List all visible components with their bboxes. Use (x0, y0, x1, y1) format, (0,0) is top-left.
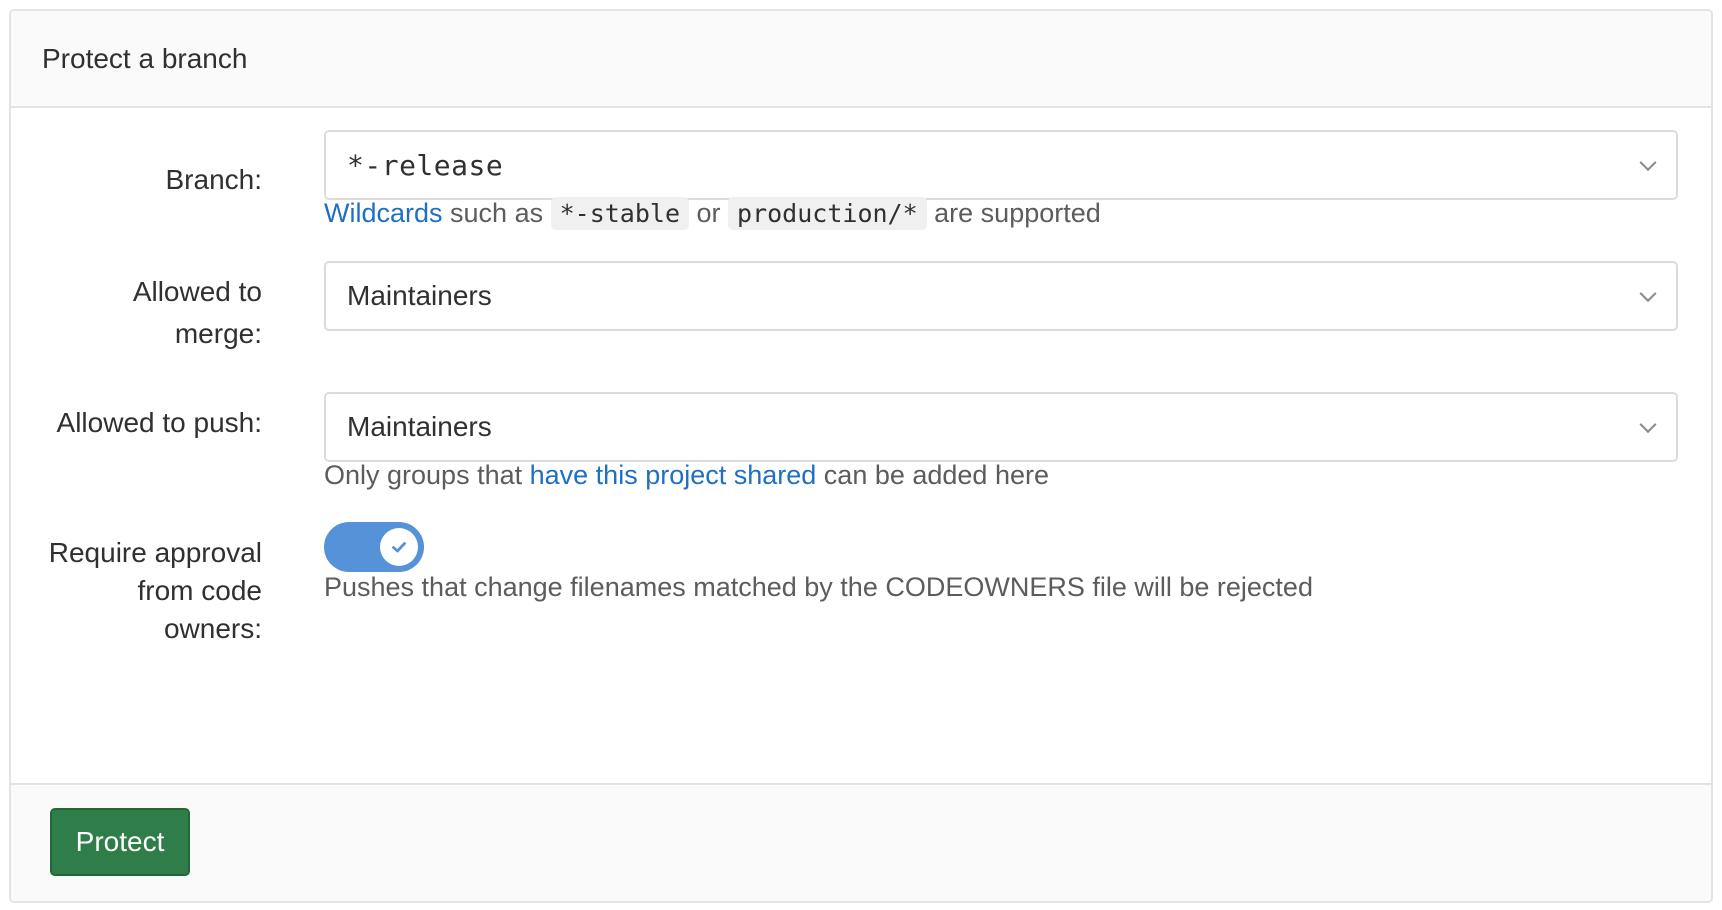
push-help-text-2: can be added here (816, 460, 1049, 490)
branch-help-code-production: production/* (728, 197, 927, 230)
code-owners-label-line1: Require approval (48, 537, 262, 568)
panel-header: Protect a branch (11, 11, 1711, 108)
branch-select-value: *-release (347, 148, 504, 182)
protect-branch-panel: Protect a branch Branch: *-release Wildc… (9, 9, 1713, 903)
code-owners-help: Pushes that change filenames matched by … (324, 572, 1313, 602)
allowed-to-merge-select[interactable]: Maintainers (324, 261, 1678, 331)
push-help: Only groups that have this project share… (324, 455, 1049, 495)
branch-help-text-2: or (689, 198, 729, 228)
chevron-down-icon (1639, 285, 1657, 303)
toggle-knob (380, 528, 418, 566)
code-owners-toggle[interactable] (324, 522, 424, 572)
allowed-to-push-label: Allowed to push: (56, 407, 262, 438)
panel-title: Protect a branch (42, 42, 248, 74)
wildcards-link[interactable]: Wildcards (324, 198, 443, 228)
allowed-to-merge-value: Maintainers (347, 280, 492, 311)
push-help-text-1: Only groups that (324, 460, 530, 490)
allowed-to-push-select[interactable]: Maintainers (324, 392, 1678, 462)
allowed-to-push-value: Maintainers (347, 411, 492, 442)
check-icon (392, 542, 406, 553)
branch-label: Branch: (165, 164, 263, 195)
protect-button[interactable]: Protect (50, 808, 190, 876)
branch-select[interactable]: *-release (324, 130, 1678, 200)
allowed-to-merge-label-line2: merge: (174, 318, 262, 349)
panel-footer: Protect (11, 783, 1711, 901)
branch-help-text-1: such as (442, 198, 551, 228)
chevron-down-icon (1639, 154, 1657, 172)
code-owners-label-line2: from code (137, 575, 263, 606)
allowed-to-merge-label-line1: Allowed to (132, 276, 262, 307)
code-owners-label-line3: owners: (163, 613, 262, 644)
allowed-to-merge-label: Allowed to merge: (22, 271, 262, 355)
branch-help-text-3: are supported (926, 198, 1101, 228)
project-shared-link[interactable]: have this project shared (530, 460, 817, 490)
code-owners-label: Require approval from code owners: (22, 534, 262, 648)
branch-help-code-stable: *-stable (550, 197, 690, 230)
branch-help: Wildcards such as *-stable or production… (324, 193, 1101, 234)
chevron-down-icon (1639, 416, 1657, 434)
